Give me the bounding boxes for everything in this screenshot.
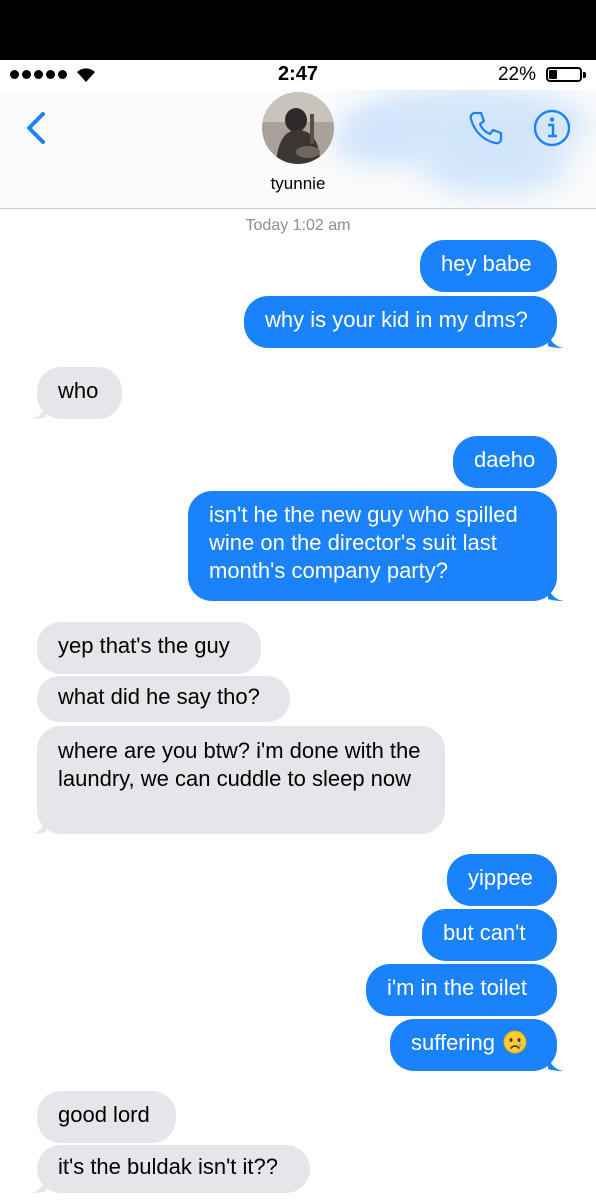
battery-icon bbox=[546, 67, 586, 82]
message-text: isn't he the new guy who spilled wine on… bbox=[209, 502, 518, 583]
conversation-header: tyunnie bbox=[0, 90, 596, 209]
conversation-timestamp: Today 1:02 am bbox=[245, 217, 351, 234]
message-text: why is your kid in my dms? bbox=[265, 307, 528, 332]
message-text: good lord bbox=[58, 1102, 150, 1127]
phone-call-icon[interactable] bbox=[466, 108, 506, 148]
contact-avatar[interactable] bbox=[262, 92, 334, 164]
message-bubble-sent[interactable]: yippee bbox=[447, 854, 557, 906]
message-bubble-received[interactable]: yep that's the guy bbox=[37, 622, 261, 674]
message-bubble-sent[interactable]: isn't he the new guy who spilled wine on… bbox=[188, 491, 564, 601]
info-icon[interactable] bbox=[532, 108, 572, 148]
message-bubble-sent[interactable]: daeho bbox=[453, 436, 557, 488]
message-text: where are you btw? i'm done with the lau… bbox=[58, 738, 421, 791]
status-bar: 2:47 22% bbox=[0, 60, 596, 90]
contact-name[interactable]: tyunnie bbox=[0, 174, 596, 194]
message-text: i'm in the toilet bbox=[387, 975, 527, 1000]
message-text: hey babe bbox=[441, 251, 532, 276]
top-black-bar bbox=[0, 0, 596, 60]
message-bubble-received[interactable]: it's the buldak isn't it?? bbox=[30, 1145, 310, 1193]
bubble-tail bbox=[548, 1055, 564, 1071]
bubble-tail bbox=[30, 1177, 46, 1193]
message-text: it's the buldak isn't it?? bbox=[58, 1154, 278, 1179]
message-text: who bbox=[58, 378, 99, 403]
back-chevron-icon[interactable] bbox=[22, 110, 50, 146]
message-text: suffering bbox=[411, 1030, 495, 1055]
crying-face-emoji-icon bbox=[503, 1030, 527, 1054]
message-text: daeho bbox=[474, 447, 536, 472]
message-bubble-received[interactable]: what did he say tho? bbox=[37, 676, 290, 722]
message-bubble-sent[interactable]: suffering bbox=[390, 1019, 564, 1071]
message-text: yep that's the guy bbox=[58, 633, 230, 658]
bubble-tail bbox=[548, 332, 564, 348]
message-text: what did he say tho? bbox=[58, 684, 260, 709]
message-text: yippee bbox=[468, 865, 533, 890]
bubble-tail bbox=[548, 585, 564, 601]
message-bubble-sent[interactable]: i'm in the toilet bbox=[366, 964, 557, 1016]
message-text: but can't bbox=[443, 920, 526, 945]
battery-percentage: 22% bbox=[497, 64, 536, 85]
message-bubble-received[interactable]: who bbox=[30, 367, 122, 419]
message-bubble-sent[interactable]: why is your kid in my dms? bbox=[244, 296, 564, 348]
message-bubble-received[interactable]: where are you btw? i'm done with the lau… bbox=[30, 726, 445, 834]
bubble-tail bbox=[30, 403, 46, 419]
bubble-tail bbox=[30, 818, 46, 834]
message-bubble-sent[interactable]: but can't bbox=[422, 909, 557, 961]
message-bubble-sent[interactable]: hey babe bbox=[420, 240, 557, 292]
message-bubble-received[interactable]: good lord bbox=[37, 1091, 176, 1143]
